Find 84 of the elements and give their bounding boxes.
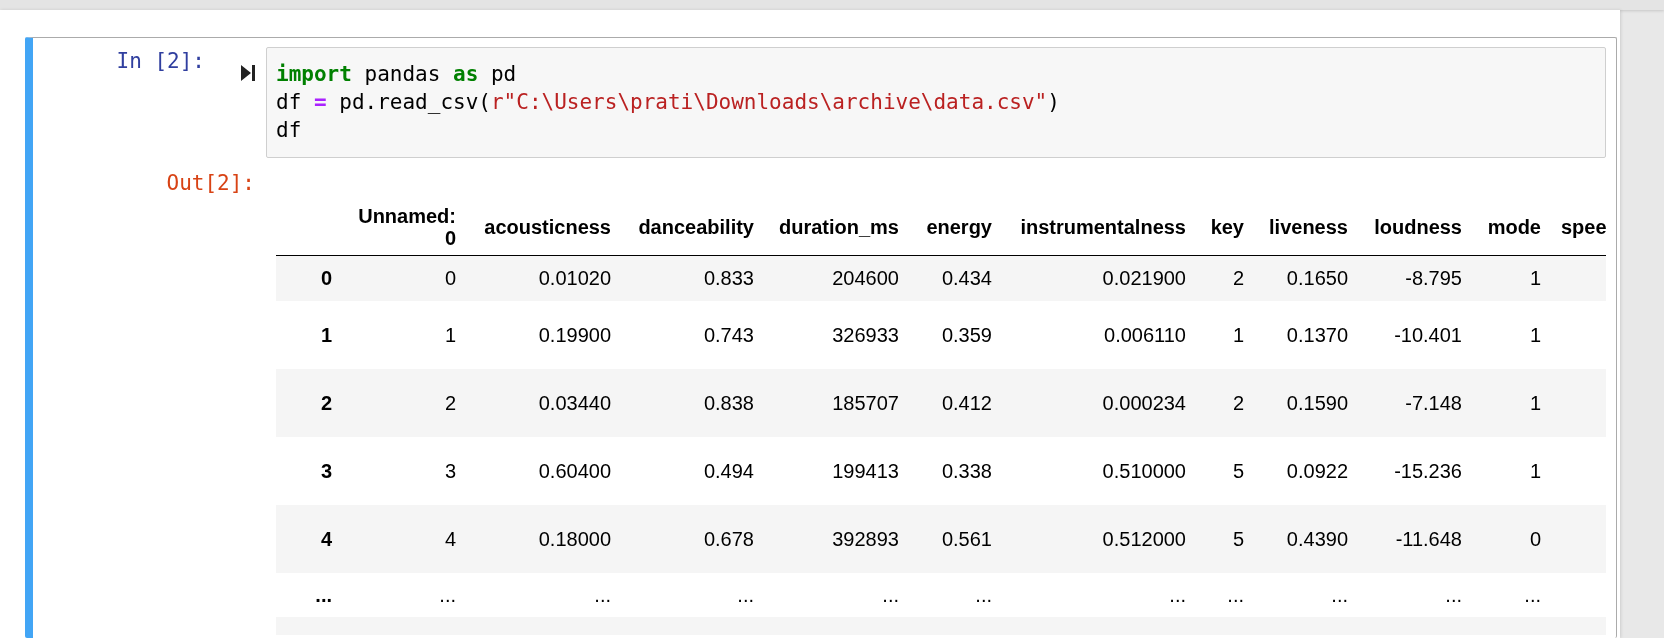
table-cell: ... (342, 573, 466, 617)
table-cell: 3 (342, 437, 466, 505)
table-cell: 204600 (764, 255, 909, 301)
table-cell: 0.19900 (466, 301, 621, 369)
column-header: danceability (621, 199, 764, 255)
row-index: 1 (276, 301, 342, 369)
table-cell: 0.561 (909, 505, 1002, 573)
table-cell: 0.838 (621, 369, 764, 437)
column-header: acousticness (466, 199, 621, 255)
table-cell: 2 (342, 369, 466, 437)
table-cell: 0.000234 (1002, 369, 1196, 437)
table-cell: 0.338 (909, 437, 1002, 505)
table-cell: 0.512000 (1002, 505, 1196, 573)
table-cell: 5 (1196, 437, 1254, 505)
table-cell: 2 (1196, 255, 1254, 301)
column-header: Unnamed: 0 (342, 199, 466, 255)
table-cell: ... (466, 573, 621, 617)
column-header: liveness (1254, 199, 1358, 255)
table-cell: ... (621, 573, 764, 617)
code-line: df = pd.read_csv(r"C:\Users\prati\Downloads\archive\data.csv") (276, 89, 1060, 116)
table-cell: 1 (1472, 255, 1551, 301)
table-cell: 0.18000 (466, 505, 621, 573)
table-cell: 0.743 (621, 301, 764, 369)
row-index: ... (276, 573, 342, 617)
table-cell: -7.148 (1358, 369, 1472, 437)
row-index: 0 (276, 255, 342, 301)
code-line: import pandas as pd (276, 61, 517, 88)
table-cell: 0.494 (621, 437, 764, 505)
table-cell: ... (909, 573, 1002, 617)
table-cell: 0.833 (621, 255, 764, 301)
run-icon[interactable] (240, 64, 256, 82)
table-cell: 0.60400 (466, 437, 621, 505)
table-cell: ... (1002, 573, 1196, 617)
table-cell: -11.648 (1358, 505, 1472, 573)
code-line: df (276, 117, 302, 144)
table-cell: -10.401 (1358, 301, 1472, 369)
table-cell: ... (1254, 573, 1358, 617)
table-cell: 0.412 (909, 369, 1002, 437)
table-cell: 1 (342, 301, 466, 369)
column-header: mode (1472, 199, 1551, 255)
table-cell: -15.236 (1358, 437, 1472, 505)
table-cell: 199413 (764, 437, 909, 505)
table-cell: 0.678 (621, 505, 764, 573)
table-cell: 2 (1196, 369, 1254, 437)
table-cell: ... (764, 573, 909, 617)
table-cell: 392893 (764, 505, 909, 573)
table-cell: 0.510000 (1002, 437, 1196, 505)
output-prompt: Out[2]: (166, 170, 255, 197)
table-cell: 0.01020 (466, 255, 621, 301)
table-cell: 0 (342, 255, 466, 301)
table-cell: ... (1358, 573, 1472, 617)
code-editor[interactable]: import pandas as pd df = pd.read_csv(r"C:\Users\prati\Downloads\archive\data.csv") df (266, 47, 1606, 158)
column-header: loudness (1358, 199, 1472, 255)
table-cell: 0 (1472, 505, 1551, 573)
table-cell: 0.03440 (466, 369, 621, 437)
column-header: energy (909, 199, 1002, 255)
column-header: instrumentalness (1002, 199, 1196, 255)
table-cell: 0.0922 (1254, 437, 1358, 505)
input-prompt: In [2]: (116, 48, 205, 75)
table-cell: 326933 (764, 301, 909, 369)
table-cell: 0.1650 (1254, 255, 1358, 301)
table-cell: 5 (1196, 505, 1254, 573)
table-cell: -8.795 (1358, 255, 1472, 301)
table-cell: 4 (342, 505, 466, 573)
table-cell: 0.434 (909, 255, 1002, 301)
table-cell: 0.359 (909, 301, 1002, 369)
column-header: key (1196, 199, 1254, 255)
table-cell: ... (1472, 573, 1551, 617)
table-cell: 1 (1472, 437, 1551, 505)
table-cell: 0.4390 (1254, 505, 1358, 573)
row-index: 3 (276, 437, 342, 505)
table-cell: 0.1370 (1254, 301, 1358, 369)
row-index: 2 (276, 369, 342, 437)
row-index: 4 (276, 505, 342, 573)
table-cell: ... (1196, 573, 1254, 617)
table-cell: 0.006110 (1002, 301, 1196, 369)
table-cell: 0.021900 (1002, 255, 1196, 301)
table-cell: 185707 (764, 369, 909, 437)
table-cell: 1 (1472, 301, 1551, 369)
table-cell: 1 (1472, 369, 1551, 437)
column-header: spee (1551, 199, 1606, 255)
table-cell: 1 (1196, 301, 1254, 369)
column-header: duration_ms (764, 199, 909, 255)
table-cell: 0.1590 (1254, 369, 1358, 437)
